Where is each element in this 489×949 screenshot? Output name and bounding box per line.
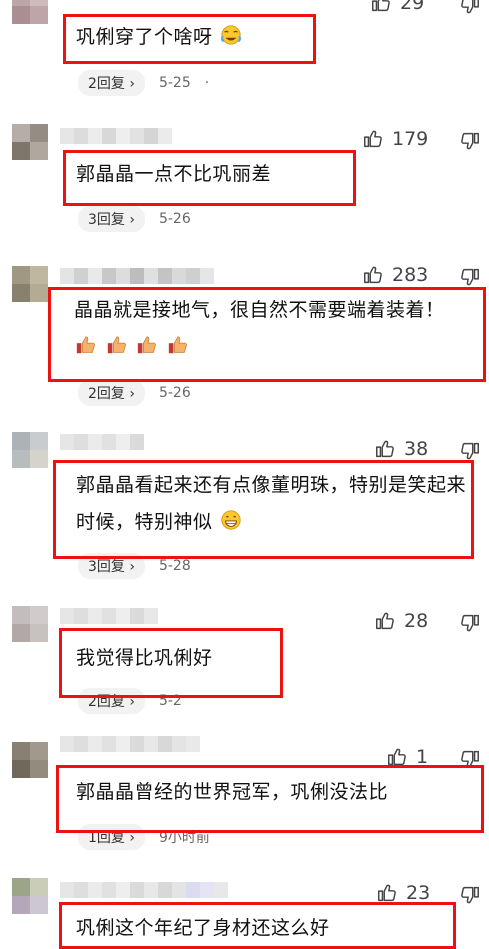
thumbs-up-icon	[372, 0, 390, 12]
comment-date: 9小时前	[158, 830, 210, 846]
thumbs-down-icon[interactable]	[459, 884, 481, 906]
crying-laugh-emoji-icon	[221, 25, 242, 45]
like-button[interactable]: 28	[374, 610, 428, 632]
replies-button[interactable]: 2回复 ›	[78, 380, 145, 406]
like-button[interactable]: 23	[376, 882, 430, 904]
thumbs-up-icon	[364, 266, 382, 284]
comment-date: 5-2	[158, 693, 182, 709]
avatar[interactable]	[12, 878, 48, 914]
like-button[interactable]: 283	[362, 264, 428, 286]
comment-meta: 3回复 › 5-26	[78, 206, 191, 232]
comment-text: 晶晶就是接地气，很自然不需要端着装着！	[74, 292, 469, 366]
comment-meta: 2回复 › 5-25 ·	[78, 70, 209, 96]
comment-text: 巩俐这个年纪了身材还这么好	[76, 917, 330, 939]
like-count: 28	[404, 610, 429, 632]
username-blurred	[60, 882, 228, 898]
thumbs-up-icon	[388, 748, 406, 766]
comment-meta: 2回复 › 5-26	[78, 380, 191, 406]
thumbs-up-icon	[376, 612, 394, 630]
thumbs-down-icon[interactable]	[459, 0, 481, 16]
like-button[interactable]: 38	[374, 438, 428, 460]
avatar[interactable]	[12, 266, 48, 302]
like-button[interactable]: 1	[386, 746, 428, 768]
thumbs-down-icon[interactable]	[459, 748, 481, 770]
like-count: 23	[406, 882, 431, 904]
grinning-emoji-icon	[221, 510, 241, 530]
thumbs-up-icon	[378, 884, 396, 902]
avatar[interactable]	[12, 0, 48, 24]
avatar[interactable]	[12, 606, 48, 642]
avatar[interactable]	[12, 742, 48, 778]
username-blurred	[60, 434, 144, 450]
thumbs-down-icon[interactable]	[459, 440, 481, 462]
thumbs-up-emoji-icon	[168, 336, 187, 354]
comment-text: 郭晶晶一点不比巩丽差	[76, 163, 272, 185]
comment-text: 郭晶晶曾经的世界冠军，巩俐没法比	[76, 781, 389, 803]
like-count: 283	[392, 264, 429, 286]
thumbs-up-emoji-icon	[76, 336, 95, 354]
like-count: 1	[416, 746, 429, 768]
comment-text: 郭晶晶看起来还有点像董明珠，特别是笑起来时候，特别神似	[76, 474, 467, 533]
thumbs-up-emoji-icon	[137, 336, 157, 354]
like-count: 179	[392, 128, 429, 150]
username-blurred	[60, 268, 214, 284]
comment-date: 5-26	[158, 385, 191, 401]
replies-button[interactable]: 3回复 ›	[78, 206, 145, 232]
thumbs-down-icon[interactable]	[459, 130, 481, 152]
comment-date: 5-26	[158, 211, 191, 227]
thumbs-up-icon	[364, 130, 382, 148]
like-button[interactable]: 179	[362, 128, 428, 150]
replies-button[interactable]: 3回复 ›	[78, 553, 145, 579]
comment-text: 我觉得比巩俐好	[76, 647, 213, 669]
replies-button[interactable]: 2回复 ›	[78, 688, 145, 714]
username-blurred	[60, 736, 200, 752]
comment-text: 巩俐穿了个啥呀	[76, 19, 475, 56]
comment-extra: ·	[204, 75, 210, 91]
thumbs-up-emoji-icon	[107, 336, 126, 354]
thumbs-up-icon	[376, 440, 394, 458]
replies-button[interactable]: 1回复 ›	[78, 824, 145, 850]
username-blurred	[60, 128, 172, 144]
like-button[interactable]: 29	[370, 0, 424, 14]
like-count: 29	[400, 0, 425, 14]
username-blurred	[60, 608, 158, 624]
thumbs-down-icon[interactable]	[459, 266, 481, 288]
avatar[interactable]	[12, 124, 48, 160]
comment-date: 5-25	[158, 75, 191, 91]
thumbs-down-icon[interactable]	[459, 612, 481, 634]
comment-meta: 3回复 › 5-28	[78, 553, 191, 579]
replies-button[interactable]: 2回复 ›	[78, 70, 145, 96]
like-count: 38	[404, 438, 429, 460]
comment-meta: 2回复 › 5-2	[78, 688, 182, 714]
comment-date: 5-28	[158, 558, 191, 574]
comment-meta: 1回复 › 9小时前	[78, 824, 210, 850]
avatar[interactable]	[12, 432, 48, 468]
emoji-group	[74, 336, 190, 358]
